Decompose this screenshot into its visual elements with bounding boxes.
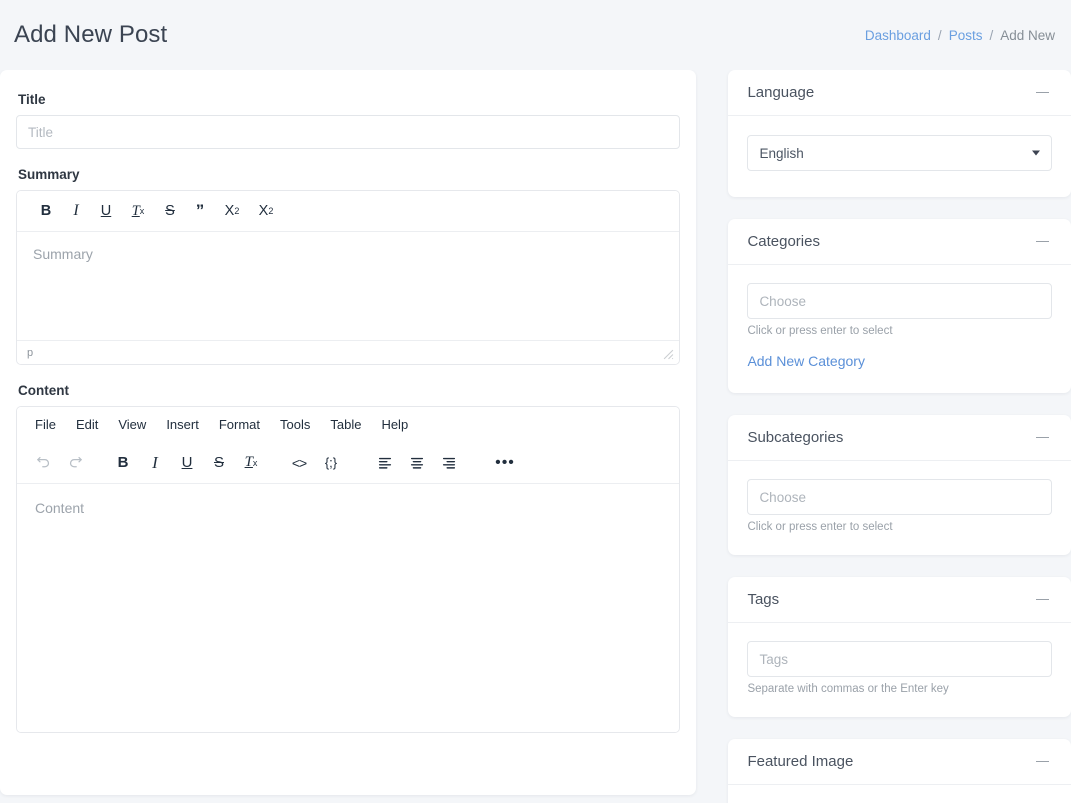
page-title: Add New Post bbox=[14, 21, 168, 48]
subcategories-input[interactable] bbox=[747, 479, 1052, 515]
italic-icon[interactable]: I bbox=[61, 197, 91, 225]
align-center-icon[interactable] bbox=[401, 448, 433, 478]
collapse-icon[interactable] bbox=[1032, 428, 1052, 448]
panel-categories-header: Categories bbox=[728, 219, 1071, 265]
summary-textarea[interactable]: Summary bbox=[17, 232, 680, 340]
menu-insert[interactable]: Insert bbox=[157, 413, 208, 436]
panel-tags-title: Tags bbox=[747, 591, 780, 608]
breadcrumb-separator: / bbox=[989, 27, 994, 43]
underline-icon[interactable]: U bbox=[91, 197, 121, 225]
breadcrumb-separator: / bbox=[937, 27, 942, 43]
title-label: Title bbox=[18, 92, 46, 107]
panel-subcategories-header: Subcategories bbox=[728, 415, 1071, 461]
panel-tags-body: Separate with commas or the Enter key bbox=[728, 623, 1071, 717]
align-right-icon[interactable] bbox=[433, 448, 465, 478]
panel-subcategories-body: Click or press enter to select bbox=[728, 461, 1071, 555]
clear-formatting-icon[interactable]: Tx bbox=[235, 448, 267, 478]
summary-element-path: p bbox=[27, 346, 34, 359]
language-select-wrapper: English bbox=[747, 135, 1052, 171]
undo-icon[interactable] bbox=[27, 448, 59, 478]
collapse-icon[interactable] bbox=[1032, 232, 1052, 252]
redo-icon[interactable] bbox=[59, 448, 91, 478]
tags-hint: Separate with commas or the Enter key bbox=[747, 683, 949, 695]
subcategories-hint: Click or press enter to select bbox=[747, 521, 893, 533]
categories-hint: Click or press enter to select bbox=[747, 325, 893, 337]
menu-format[interactable]: Format bbox=[210, 413, 269, 436]
panel-language-body: English bbox=[728, 116, 1071, 197]
summary-toolbar: B I U Tx S ” X2 X2 bbox=[17, 191, 680, 232]
menu-help[interactable]: Help bbox=[372, 413, 417, 436]
menu-tools[interactable]: Tools bbox=[271, 413, 319, 436]
content-textarea[interactable]: Content bbox=[17, 484, 680, 732]
underline-icon[interactable]: U bbox=[171, 448, 203, 478]
summary-label: Summary bbox=[18, 167, 80, 182]
align-left-icon[interactable] bbox=[369, 448, 401, 478]
panel-categories-body: Click or press enter to select Add New C… bbox=[728, 265, 1071, 393]
summary-editor: B I U Tx S ” X2 X2 Summary p bbox=[16, 190, 681, 365]
panel-language: Language English bbox=[728, 70, 1071, 197]
page-header: Add New Post Dashboard / Posts / Add New bbox=[0, 0, 1071, 70]
add-new-category-link[interactable]: Add New Category bbox=[747, 353, 865, 369]
collapse-icon[interactable] bbox=[1032, 590, 1052, 610]
strikethrough-icon[interactable]: S bbox=[155, 197, 185, 225]
menu-edit[interactable]: Edit bbox=[67, 413, 107, 436]
panel-language-title: Language bbox=[747, 84, 815, 101]
italic-icon[interactable]: I bbox=[139, 448, 171, 478]
menu-table[interactable]: Table bbox=[321, 413, 370, 436]
sidebar: Language English Categories Click or pre… bbox=[728, 70, 1071, 803]
panel-featured-image-body bbox=[728, 785, 1071, 803]
panel-featured-image-title: Featured Image bbox=[747, 753, 854, 770]
panel-subcategories-title: Subcategories bbox=[747, 429, 844, 446]
panel-language-header: Language bbox=[728, 70, 1071, 116]
content-menubar: File Edit View Insert Format Tools Table… bbox=[17, 407, 680, 442]
collapse-icon[interactable] bbox=[1032, 83, 1052, 103]
title-input[interactable] bbox=[16, 115, 681, 149]
breadcrumb-current: Add New bbox=[1000, 27, 1055, 43]
panel-categories: Categories Click or press enter to selec… bbox=[728, 219, 1071, 393]
strikethrough-icon[interactable]: S bbox=[203, 448, 235, 478]
tags-input[interactable] bbox=[747, 641, 1052, 677]
collapse-icon[interactable] bbox=[1032, 752, 1052, 772]
breadcrumb-link-posts[interactable]: Posts bbox=[949, 28, 983, 43]
more-options-icon[interactable]: ••• bbox=[489, 448, 521, 478]
bold-icon[interactable]: B bbox=[107, 448, 139, 478]
panel-featured-image: Featured Image bbox=[728, 739, 1071, 803]
content-label: Content bbox=[18, 383, 69, 398]
code-sample-icon[interactable]: {;} bbox=[315, 448, 347, 478]
language-select[interactable]: English bbox=[747, 135, 1052, 171]
blockquote-icon[interactable]: ” bbox=[185, 197, 215, 225]
subscript-icon[interactable]: X2 bbox=[249, 197, 283, 225]
breadcrumb-link-dashboard[interactable]: Dashboard bbox=[865, 28, 931, 43]
panel-tags: Tags Separate with commas or the Enter k… bbox=[728, 577, 1071, 717]
panel-tags-header: Tags bbox=[728, 577, 1071, 623]
breadcrumb: Dashboard / Posts / Add New bbox=[865, 28, 1055, 43]
page-layout: Title Summary B I U Tx S ” X2 X2 Summary… bbox=[0, 70, 1071, 803]
superscript-icon[interactable]: X2 bbox=[215, 197, 249, 225]
categories-input[interactable] bbox=[747, 283, 1052, 319]
resize-handle-icon[interactable] bbox=[663, 349, 674, 360]
panel-featured-image-header: Featured Image bbox=[728, 739, 1071, 785]
panel-categories-title: Categories bbox=[747, 233, 820, 250]
remove-format-icon[interactable]: Tx bbox=[121, 197, 155, 225]
content-toolbar: B I U S Tx <> {;} ••• bbox=[17, 442, 680, 484]
panel-subcategories: Subcategories Click or press enter to se… bbox=[728, 415, 1071, 555]
menu-view[interactable]: View bbox=[109, 413, 155, 436]
bold-icon[interactable]: B bbox=[31, 197, 61, 225]
menu-file[interactable]: File bbox=[26, 413, 65, 436]
content-editor: File Edit View Insert Format Tools Table… bbox=[16, 406, 681, 733]
post-form-card: Title Summary B I U Tx S ” X2 X2 Summary… bbox=[0, 70, 697, 795]
summary-statusbar: p bbox=[17, 340, 680, 364]
source-code-icon[interactable]: <> bbox=[283, 448, 315, 478]
